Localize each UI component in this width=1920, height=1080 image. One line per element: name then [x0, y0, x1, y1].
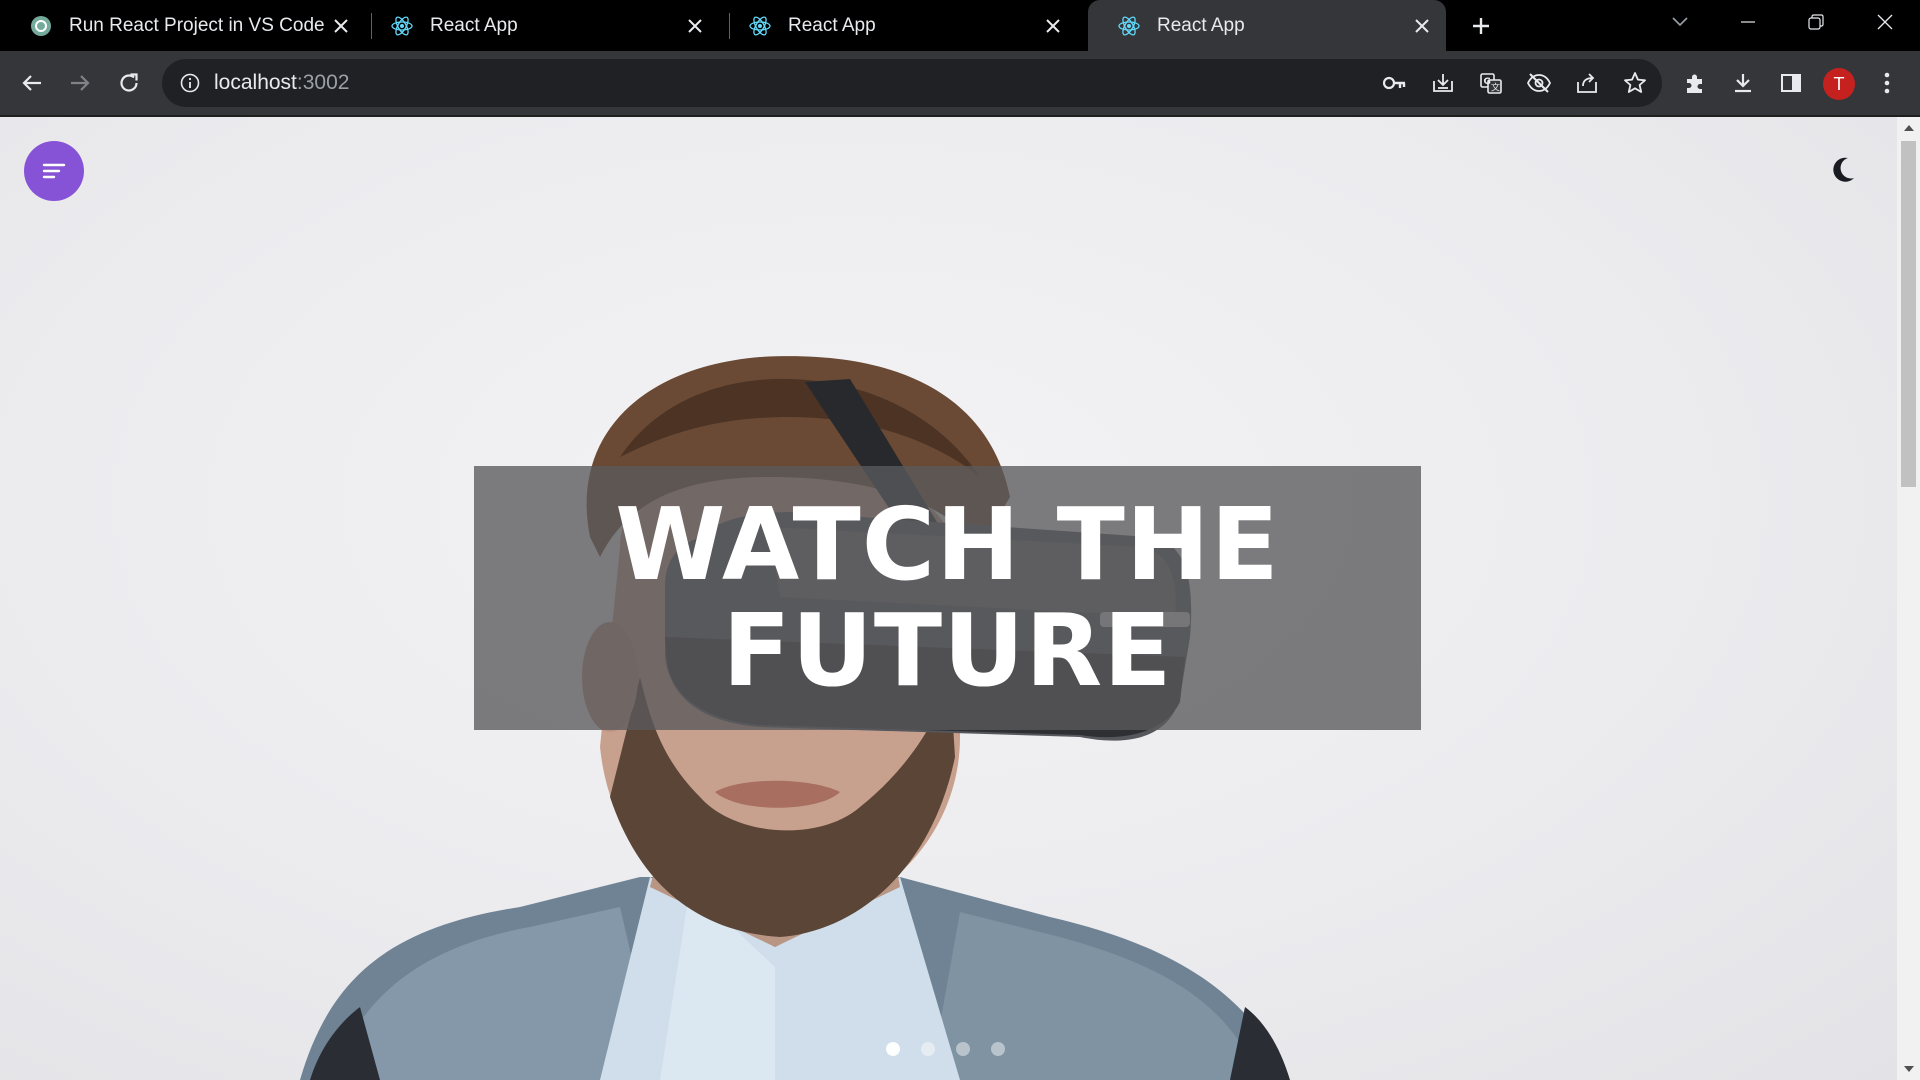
url-host: localhost [214, 71, 297, 94]
svg-text:G: G [1484, 77, 1491, 87]
carousel-dot-1[interactable] [886, 1042, 900, 1056]
plus-icon [1473, 18, 1489, 34]
downloads-icon[interactable] [1723, 63, 1763, 103]
new-tab-button[interactable] [1466, 11, 1496, 41]
url-port: :3002 [296, 71, 350, 94]
profile-avatar[interactable]: T [1823, 68, 1855, 100]
reload-button[interactable] [109, 63, 149, 103]
scroll-up-arrow-icon[interactable] [1897, 121, 1920, 135]
eye-off-icon[interactable] [1519, 63, 1559, 103]
minimize-button[interactable] [1713, 0, 1783, 44]
react-icon [1117, 14, 1141, 38]
carousel-dots [886, 1042, 1005, 1056]
scrollbar-thumb[interactable] [1901, 141, 1916, 487]
tab-strip: Run React Project in VS Code React App R… [0, 0, 1920, 51]
react-icon [390, 14, 414, 38]
arrow-left-icon [22, 75, 41, 91]
password-key-icon[interactable] [1375, 63, 1415, 103]
tab-title: Run React Project in VS Code [69, 14, 325, 36]
headline-line-1: WATCH THE [615, 486, 1280, 603]
headline-line-2: FUTURE [722, 592, 1173, 709]
close-icon[interactable] [327, 12, 355, 40]
arrow-right-icon [71, 75, 90, 91]
theme-toggle-button[interactable] [1822, 149, 1864, 191]
tab-search-button[interactable] [1645, 0, 1715, 44]
menu-lines-icon [42, 163, 66, 179]
restore-button[interactable] [1781, 0, 1851, 44]
tab-react-app-2[interactable]: React App [719, 0, 1077, 51]
close-icon[interactable] [1039, 12, 1067, 40]
scroll-down-arrow-icon[interactable] [1897, 1062, 1920, 1076]
tab-react-app-1[interactable]: React App [361, 0, 719, 51]
share-icon[interactable] [1567, 63, 1607, 103]
close-window-button[interactable] [1850, 0, 1920, 44]
svg-text:文: 文 [1491, 82, 1500, 94]
react-icon [748, 14, 772, 38]
close-icon[interactable] [1408, 12, 1436, 40]
headline-overlay: WATCH THE FUTURE [474, 466, 1421, 730]
chatgpt-icon [29, 14, 53, 38]
tab-react-app-active[interactable]: React App [1088, 0, 1446, 51]
carousel-dot-3[interactable] [956, 1042, 970, 1056]
browser-toolbar: localhost:3002 G文 T [0, 51, 1920, 115]
forward-button[interactable] [60, 63, 100, 103]
page-scrollbar[interactable] [1897, 117, 1920, 1080]
close-icon [1877, 14, 1893, 30]
carousel-dot-2[interactable] [921, 1042, 935, 1056]
tab-title: React App [1157, 14, 1245, 36]
bookmark-star-icon[interactable] [1615, 63, 1655, 103]
extensions-puzzle-icon[interactable] [1675, 63, 1715, 103]
side-panel-icon[interactable] [1771, 63, 1811, 103]
kebab-menu-icon[interactable] [1867, 63, 1907, 103]
tab-run-react-project[interactable]: Run React Project in VS Code [0, 0, 365, 51]
chevron-down-icon [1672, 17, 1688, 27]
moon-icon [1833, 157, 1854, 182]
minimize-icon [1741, 21, 1755, 23]
restore-icon [1808, 14, 1824, 30]
back-button[interactable] [12, 63, 52, 103]
hero-headline: WATCH THE FUTURE [615, 492, 1280, 704]
close-icon[interactable] [681, 12, 709, 40]
menu-button[interactable] [24, 141, 84, 201]
reload-icon [120, 73, 138, 92]
install-app-icon[interactable] [1423, 63, 1463, 103]
tab-title: React App [430, 14, 518, 36]
carousel-dot-4[interactable] [991, 1042, 1005, 1056]
tab-title: React App [788, 14, 876, 36]
info-icon[interactable] [178, 71, 202, 95]
translate-icon[interactable]: G文 [1471, 63, 1511, 103]
web-page: WATCH THE FUTURE [0, 117, 1897, 1080]
